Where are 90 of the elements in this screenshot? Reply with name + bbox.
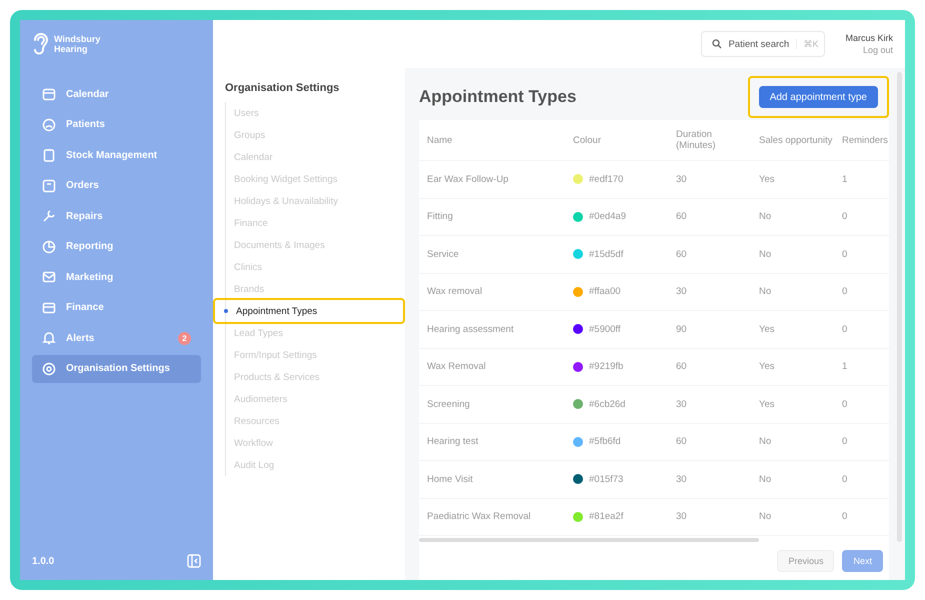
column-header: Sales opportunity (758, 134, 834, 146)
nav-item[interactable]: Reporting (32, 232, 201, 261)
nav-item[interactable]: Finance (32, 294, 201, 322)
table-cell-text: 30 (675, 174, 688, 185)
table-cell-text: Paediatric Wax Removal (426, 511, 532, 522)
table-cell-text: 30 (675, 398, 688, 410)
version-label: 1.0.0 (32, 556, 54, 566)
wrench-icon (42, 209, 56, 224)
table-cell-text: Screening (426, 398, 471, 410)
mail-icon (42, 270, 56, 284)
table-cell-text: 60 (675, 361, 688, 372)
ear-logo-icon (32, 31, 50, 57)
table-cell-text: 0 (841, 511, 848, 522)
column-header: Reminders (841, 134, 889, 146)
settings-title: Organisation Settings (224, 82, 340, 94)
nav-item[interactable]: Organisation Settings (32, 354, 201, 383)
table-cell-text: Wax removal (426, 286, 484, 298)
table-cell-text: 90 (675, 324, 688, 335)
nav-item[interactable]: Calendar (32, 80, 201, 108)
patient-search-field[interactable]: Patient search (728, 38, 790, 50)
table-cell-text: 0 (841, 436, 848, 448)
table-cell: #ffaa00 (589, 286, 621, 298)
table-cell-text: No (758, 286, 772, 298)
table-cell: #9219fb (589, 361, 624, 372)
horizontal-scrollbar[interactable] (419, 538, 759, 542)
table-cell-text: 60 (675, 248, 688, 260)
table-cell: #15d5df (589, 248, 624, 260)
table-cell: #81ea2f (589, 511, 624, 522)
table-cell: #5900ff (589, 324, 621, 335)
table-cell-text: 60 (675, 436, 688, 448)
table-cell-text: 30 (675, 474, 688, 485)
table-cell-text: 0 (841, 324, 848, 335)
table-cell-text: 60 (675, 211, 688, 222)
nav-item[interactable]: Repairs (32, 202, 201, 230)
brand-name: Windsbury Hearing (54, 34, 102, 54)
nav-item[interactable]: Patients (32, 110, 201, 139)
table-cell-text: 0 (841, 211, 848, 222)
table-cell-text: 1 (841, 174, 848, 185)
table-cell-text: No (758, 511, 772, 522)
table-cell-text: 0 (841, 286, 848, 298)
table-cell-text: Yes (758, 398, 776, 410)
gear-icon (42, 362, 56, 376)
table-cell-text: No (758, 436, 772, 448)
table-cell-text: 0 (841, 248, 848, 260)
table-cell-text: No (758, 211, 772, 222)
user-name: Marcus Kirk (845, 33, 893, 43)
table-cell-text: No (758, 248, 772, 260)
add-appointment-type-button[interactable]: Add appointment type (758, 86, 878, 108)
page-title: Appointment Types (419, 87, 576, 107)
chart-icon (42, 240, 56, 254)
table-cell-text: Hearing assessment (426, 324, 515, 335)
table-cell: #0ed4a9 (589, 211, 626, 222)
calendar-icon (42, 87, 56, 102)
table-cell-text: No (758, 474, 772, 485)
nav-item[interactable]: Stock Management (32, 141, 201, 170)
settings-nav-item[interactable]: Appointment Types (213, 298, 405, 324)
table-cell-text: Wax Removal (426, 361, 487, 372)
table-cell-text: Service (426, 248, 460, 260)
table-cell: #5fb6fd (589, 436, 621, 448)
table-cell-text: Yes (758, 361, 776, 372)
column-header: Name (426, 134, 454, 146)
table-cell-text: 30 (675, 511, 688, 522)
box-icon (42, 178, 56, 193)
table-cell-text: Yes (758, 174, 776, 185)
selected-dot-icon (224, 309, 228, 313)
column-header: Colour (572, 134, 602, 146)
alert-count-badge: 2 (178, 332, 191, 345)
table-cell: #015f73 (589, 474, 624, 485)
table-cell-text: 0 (841, 398, 848, 410)
table-cell-text: Ear Wax Follow-Up (426, 174, 510, 185)
table-cell: #6cb26d (589, 398, 626, 410)
nav-item[interactable]: Orders (32, 172, 201, 200)
table-cell-text: Fitting (426, 211, 454, 222)
keyboard-shortcut: ⌘K (796, 39, 818, 49)
nav-item[interactable]: Marketing (32, 263, 201, 292)
table-cell-text: 30 (675, 286, 688, 298)
table-cell-text: 1 (841, 361, 848, 372)
table-cell-text: Home Visit (426, 474, 474, 485)
card-icon (42, 300, 56, 315)
table-cell-text: 0 (841, 474, 848, 485)
table-cell-text: Hearing test (426, 436, 480, 448)
search-icon (712, 39, 722, 49)
table-cell: #edf170 (589, 174, 624, 185)
next-button[interactable]: Next (842, 550, 883, 572)
logout-link[interactable]: Log out (862, 45, 893, 55)
bell-icon (42, 331, 56, 346)
nav-item[interactable]: Alerts 2 (32, 324, 201, 352)
table-cell-text: Yes (758, 324, 776, 335)
column-header: Duration (Minutes) (675, 129, 717, 151)
collapse-sidebar-icon[interactable] (187, 554, 201, 568)
